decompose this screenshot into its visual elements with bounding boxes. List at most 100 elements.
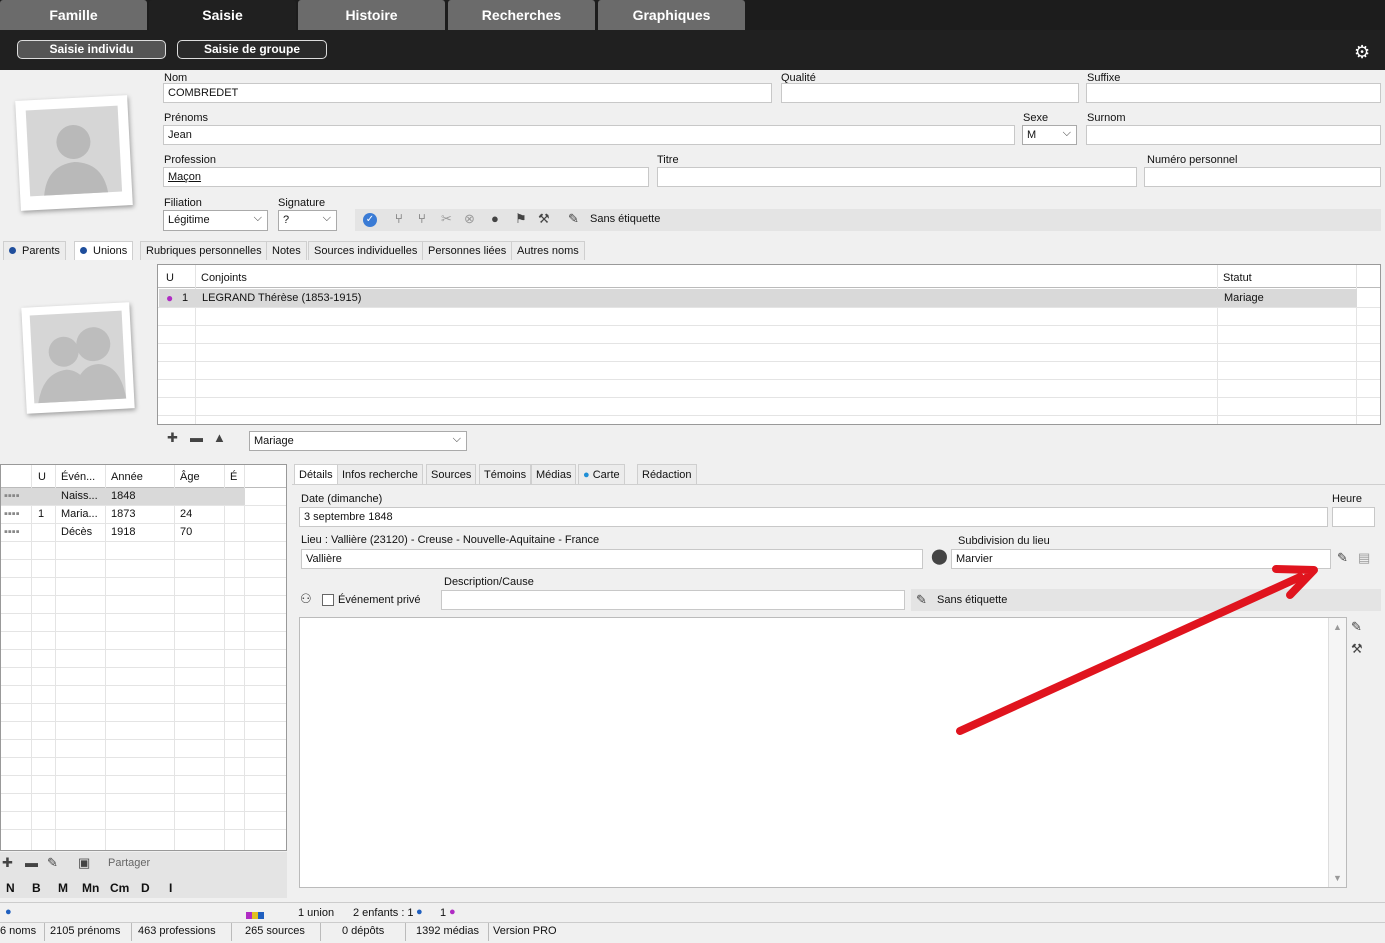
clipboard-icon[interactable]: ▤ [1358, 551, 1370, 565]
tab-recherches[interactable]: Recherches [448, 0, 595, 30]
branch-icon[interactable]: ⑂ [395, 212, 403, 226]
lieu-field[interactable]: Vallière [301, 549, 923, 569]
person-private-icon[interactable]: ⚇ [300, 592, 312, 606]
event-name: Décès [61, 526, 93, 538]
table-row[interactable]: ▪▪▪▪ Décès 1918 70 [1, 524, 245, 541]
heure-field[interactable] [1332, 507, 1375, 527]
filter-b[interactable]: B [32, 881, 41, 895]
hammer-icon[interactable]: ⚒ [538, 212, 550, 226]
unions-header-statut: Statut [1223, 272, 1252, 284]
version-label: Version PRO [493, 925, 557, 937]
events-header-e: É [230, 471, 238, 483]
table-row[interactable]: ▪▪▪▪ 1 Maria... 1873 24 [1, 506, 245, 523]
tab-graphiques[interactable]: Graphiques [598, 0, 745, 30]
scissors-icon[interactable]: ✂ [441, 212, 452, 226]
tab-sources[interactable]: Sources [426, 464, 477, 484]
filiation-select[interactable]: Légitime [163, 210, 268, 231]
unions-table[interactable]: U Conjoints Statut ● 1 LEGRAND Thérèse (… [157, 264, 1381, 425]
tab-temoins[interactable]: Témoins [479, 464, 532, 484]
filter-i[interactable]: I [169, 881, 172, 895]
numero-field[interactable] [1144, 167, 1381, 187]
branch-remove-icon[interactable]: ⑂ [418, 212, 426, 226]
tab-autres-noms[interactable]: Autres noms [511, 241, 585, 260]
pencil-icon[interactable]: ✎ [568, 212, 579, 226]
saisie-groupe-button[interactable]: Saisie de groupe [177, 40, 327, 59]
map-pin-icon: ● [583, 469, 590, 481]
filter-cm[interactable]: Cm [110, 881, 129, 895]
filter-d[interactable]: D [141, 881, 150, 895]
events-table[interactable]: U Évén... Année Âge É ▪▪▪▪ Naiss... 1848… [0, 464, 287, 851]
tab-histoire[interactable]: Histoire [298, 0, 445, 30]
tab-notes[interactable]: Notes [266, 241, 307, 260]
add-union-icon[interactable]: ✚ [167, 431, 178, 445]
identity-label-tag[interactable]: Sans étiquette [590, 213, 660, 225]
partager-button[interactable]: Partager [108, 857, 150, 869]
person-photo[interactable] [15, 95, 133, 211]
check-icon[interactable]: ✓ [363, 213, 377, 227]
edit-note-icon[interactable]: ✎ [1351, 620, 1362, 634]
titre-label: Titre [657, 154, 679, 166]
identity-action-bar [355, 209, 1381, 231]
female-child-icon: ● [449, 906, 456, 918]
remove-union-icon[interactable]: ▬ [190, 431, 203, 445]
tab-details[interactable]: Détails [294, 464, 338, 484]
tab-saisie[interactable]: Saisie [149, 0, 296, 30]
link-off-icon[interactable]: ⊗ [464, 212, 475, 226]
nom-field[interactable]: COMBREDET [163, 83, 772, 103]
drag-handle-icon: ▪▪▪▪ [4, 526, 20, 538]
date-field[interactable]: 3 septembre 1848 [299, 507, 1328, 527]
edit-subdivision-icon[interactable]: ✎ [1337, 551, 1348, 565]
flag-icon[interactable]: ⚑ [515, 212, 527, 226]
scroll-up-icon[interactable]: ▲ [1333, 622, 1342, 632]
table-row[interactable]: ● 1 LEGRAND Thérèse (1853-1915) Mariage [159, 289, 1357, 307]
tab-famille[interactable]: Famille [0, 0, 147, 30]
tab-infos-recherche[interactable]: Infos recherche [337, 464, 423, 484]
scroll-down-icon[interactable]: ▼ [1333, 873, 1342, 883]
couple-photo[interactable] [21, 302, 135, 414]
tab-carte[interactable]: ● Carte [578, 464, 625, 484]
book-icon[interactable]: ▣ [78, 856, 90, 870]
stat-prenoms: 2105 prénoms [50, 925, 121, 937]
union-type-select[interactable]: Mariage [249, 431, 467, 451]
events-header-event: Évén... [61, 471, 96, 483]
move-up-icon[interactable]: ▲ [213, 431, 226, 445]
signature-select[interactable]: ? [278, 210, 337, 231]
hammer-icon[interactable]: ⚒ [1351, 642, 1363, 656]
filter-m[interactable]: M [58, 881, 68, 895]
tab-sources-individuelles[interactable]: Sources individuelles [308, 241, 424, 260]
filter-mn[interactable]: Mn [82, 881, 99, 895]
titre-field[interactable] [657, 167, 1137, 187]
person-icon[interactable]: ● [491, 212, 499, 226]
unions-count: 1 union [298, 907, 335, 919]
notes-scrollbar[interactable]: ▲ ▼ [1328, 618, 1346, 887]
pencil-icon[interactable]: ✎ [916, 593, 927, 607]
union-statut: Mariage [1224, 292, 1264, 304]
tab-rubriques[interactable]: Rubriques personnelles [140, 241, 268, 260]
profession-field[interactable]: Maçon [163, 167, 649, 187]
filter-n[interactable]: N [6, 881, 15, 895]
tab-medias[interactable]: Médias [531, 464, 577, 484]
tab-personnes-liees[interactable]: Personnes liées [422, 241, 513, 260]
remove-event-icon[interactable]: ▬ [25, 856, 38, 870]
prenoms-label: Prénoms [164, 112, 209, 124]
description-field[interactable] [441, 590, 905, 610]
sexe-select[interactable]: M [1022, 125, 1077, 145]
prive-checkbox[interactable] [322, 594, 334, 606]
description-label: Description/Cause [444, 576, 534, 588]
gear-icon[interactable]: ⚙ [1354, 42, 1370, 63]
qualite-field[interactable] [781, 83, 1079, 103]
table-row[interactable]: ▪▪▪▪ Naiss... 1848 [1, 488, 245, 505]
edit-event-icon[interactable]: ✎ [47, 856, 58, 870]
tab-redaction[interactable]: Rédaction [637, 464, 697, 484]
event-annee: 1848 [111, 490, 136, 502]
numero-label: Numéro personnel [1147, 154, 1238, 166]
drag-handle-icon: ▪▪▪▪ [4, 508, 20, 520]
surnom-field[interactable] [1086, 125, 1381, 145]
tab-unions[interactable]: Unions [74, 241, 134, 260]
tab-parents[interactable]: Parents [3, 241, 66, 260]
saisie-individu-button[interactable]: Saisie individu [17, 40, 166, 59]
add-event-icon[interactable]: ✚ [2, 856, 13, 870]
suffixe-field[interactable] [1086, 83, 1381, 103]
parents-dot-icon [9, 247, 16, 254]
prenoms-field[interactable]: Jean [163, 125, 1015, 145]
